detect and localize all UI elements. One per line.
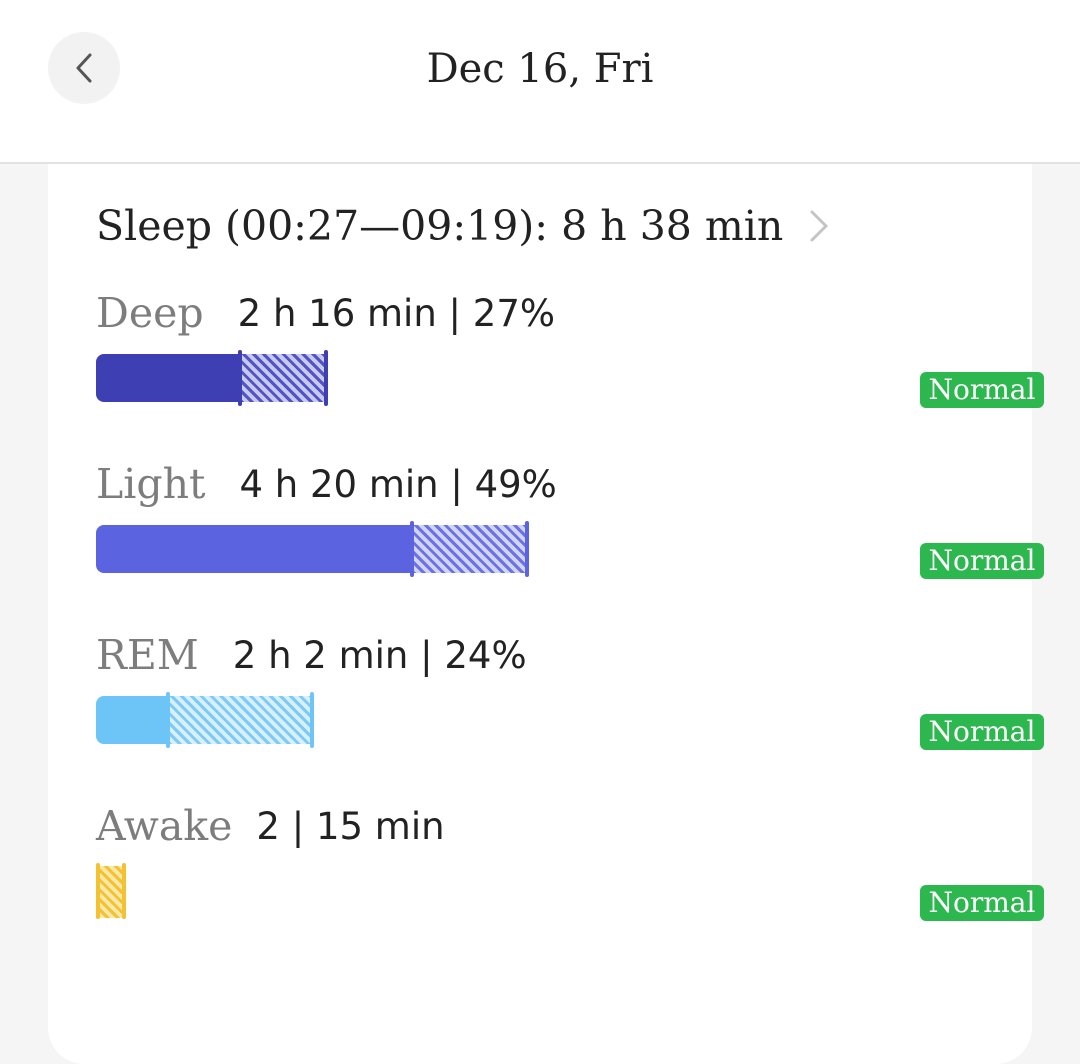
stage-awake-header: Awake 2 | 15 min (96, 801, 445, 851)
stage-light-bar-range (412, 525, 528, 573)
stage-light-bar-marker-end (525, 521, 529, 577)
stage-light-bar (96, 521, 596, 577)
stage-light-value: 4 h 20 min | 49% (239, 462, 557, 506)
stage-awake-bar (96, 863, 596, 919)
stage-light-name: Light (96, 460, 206, 508)
sleep-summary-row[interactable]: Sleep (00:27—09:19): 8 h 38 min (96, 200, 829, 252)
stage-rem-status-badge: Normal (920, 714, 1044, 750)
stage-rem: REM 2 h 2 min | 24% Normal (96, 630, 1044, 760)
stage-light-status-badge: Normal (920, 543, 1044, 579)
stage-light-bar-marker-start (410, 521, 414, 577)
stage-awake-bar-marker-end (122, 863, 126, 919)
stage-rem-bar-range (168, 696, 312, 744)
stage-light-bar-fill (96, 525, 412, 573)
stage-deep-bar-marker-end (324, 350, 328, 406)
top-bar: Dec 16, Fri (0, 0, 1080, 164)
stage-deep-value: 2 h 16 min | 27% (237, 291, 556, 335)
stage-rem-value: 2 h 2 min | 24% (232, 633, 527, 677)
stage-awake-value: 2 | 15 min (256, 804, 445, 848)
stage-deep-bar-marker-start (238, 350, 242, 406)
stage-deep-name: Deep (96, 289, 204, 337)
stage-deep: Deep 2 h 16 min | 27% Normal (96, 288, 1044, 418)
page-title: Dec 16, Fri (426, 46, 654, 92)
stage-deep-bar (96, 350, 596, 406)
sleep-card: Sleep (00:27—09:19): 8 h 38 min Deep 2 h… (48, 164, 1044, 1064)
stage-rem-header: REM 2 h 2 min | 24% (96, 630, 527, 680)
chevron-right-icon (810, 210, 828, 242)
stage-rem-bar-fill (96, 696, 168, 744)
stage-awake-bar-marker-start (96, 863, 100, 919)
stage-deep-bar-fill (96, 354, 240, 402)
stage-rem-name: REM (96, 631, 199, 679)
stage-awake-name: Awake (96, 802, 233, 850)
stage-rem-bar (96, 692, 596, 748)
stage-rem-bar-marker-start (166, 692, 170, 748)
stage-rem-bar-marker-end (310, 692, 314, 748)
stage-deep-status-badge: Normal (920, 372, 1044, 408)
stage-deep-header: Deep 2 h 16 min | 27% (96, 288, 555, 338)
stage-awake-status-badge: Normal (920, 885, 1044, 921)
stage-light-header: Light 4 h 20 min | 49% (96, 459, 557, 509)
sleep-summary-label: Sleep (00:27—09:19): 8 h 38 min (96, 202, 784, 250)
stage-light: Light 4 h 20 min | 49% Normal (96, 459, 1044, 589)
stage-deep-bar-range (240, 354, 326, 402)
stage-awake: Awake 2 | 15 min Normal (96, 801, 1044, 931)
